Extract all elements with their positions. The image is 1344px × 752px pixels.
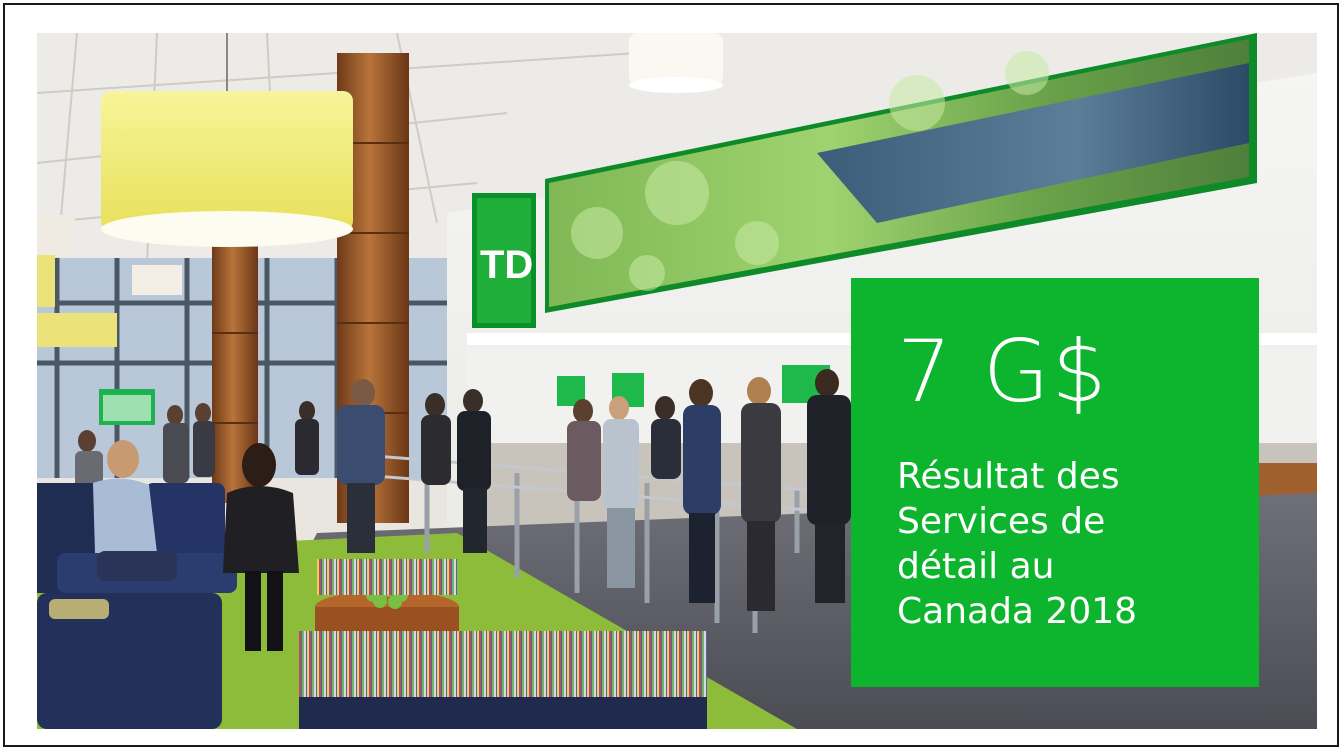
net-income-caption: Résultat des Services de détail au Canad… xyxy=(897,456,1138,632)
net-income-value: 7 G$ xyxy=(897,322,1109,422)
td-logo-icon: TD xyxy=(480,243,533,287)
result-highlight-panel: 7 G$ Résultat des Services de détail au … xyxy=(851,278,1259,687)
slide-frame: TD 7 G$ Résultat des Services de détail … xyxy=(3,3,1339,747)
